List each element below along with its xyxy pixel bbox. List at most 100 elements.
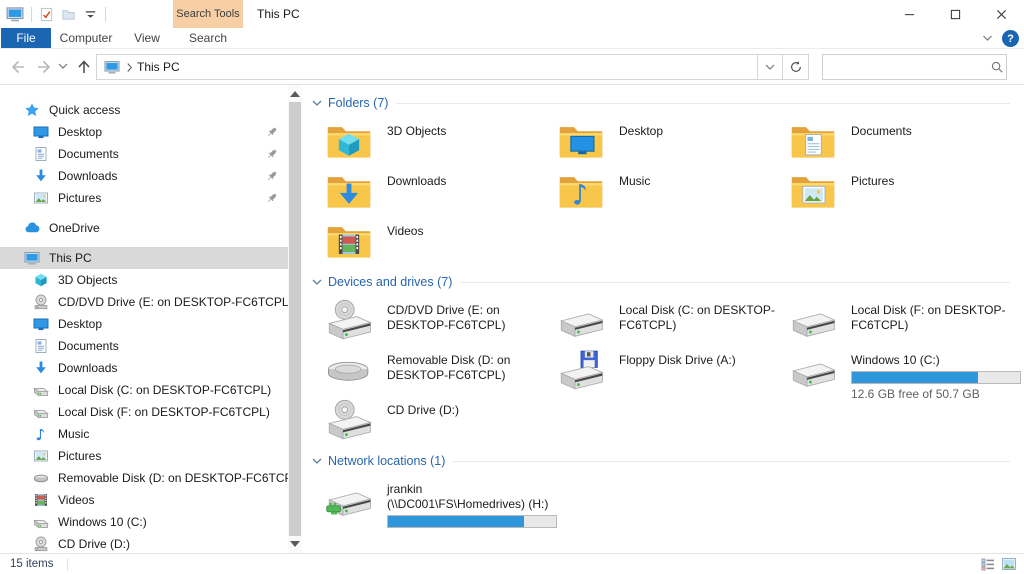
address-bar[interactable]: This PC — [96, 54, 758, 80]
sidebar-item-downloads[interactable]: Downloads — [0, 165, 288, 187]
separator — [67, 558, 68, 571]
tab-file[interactable]: File — [1, 28, 51, 48]
sidebar-item-onedrive[interactable]: OneDrive — [0, 217, 288, 239]
tile-label: Pictures — [851, 174, 894, 189]
sidebar-item-documents[interactable]: Documents — [0, 143, 288, 165]
tile-label: Windows 10 (C:) — [851, 353, 1014, 368]
scrollbar-thumb[interactable] — [289, 102, 301, 536]
tile-pictures[interactable]: Pictures — [789, 169, 1021, 219]
tile-videos[interactable]: Videos — [325, 219, 557, 269]
breadcrumb-chevron-icon[interactable] — [126, 62, 133, 73]
tile-local-disk-c-on-desktop-fc6tcpl[interactable]: Local Disk (C: on DESKTOP-FC6TCPL) — [557, 298, 789, 348]
tile-floppy-disk-drive-a[interactable]: Floppy Disk Drive (A:) — [557, 348, 789, 398]
tile-windows-10-c[interactable]: Windows 10 (C:) 12.6 GB free of 50.7 GB — [789, 348, 1021, 398]
sidebar-item-pictures[interactable]: Pictures — [0, 445, 288, 467]
tab-search[interactable]: Search — [173, 28, 243, 48]
desktop-icon — [33, 316, 49, 332]
sidebar-item-quick-access[interactable]: Quick access — [0, 99, 288, 121]
section-header-devices-and-drives-7[interactable]: Devices and drives (7) — [312, 274, 1010, 290]
star-icon — [24, 102, 40, 118]
sidebar-item-this-pc[interactable]: This PC — [0, 247, 288, 269]
folder-downloads-icon — [325, 169, 373, 213]
removable-drive-icon — [325, 348, 373, 392]
new-folder-icon[interactable] — [61, 7, 76, 22]
maximize-button[interactable] — [932, 0, 978, 28]
sidebar-item-desktop[interactable]: Desktop — [0, 121, 288, 143]
maximize-icon — [950, 9, 961, 20]
tile-local-disk-f-on-desktop-fc6tcpl[interactable]: Local Disk (F: on DESKTOP-FC6TCPL) — [789, 298, 1021, 348]
tile-cd-drive-d[interactable]: CD Drive (D:) — [325, 398, 557, 448]
tab-computer[interactable]: Computer — [51, 28, 121, 48]
tile-music[interactable]: Music — [557, 169, 789, 219]
sidebar-item-3d-objects[interactable]: 3D Objects — [0, 269, 288, 291]
close-icon — [996, 9, 1007, 20]
customize-toolbar-chevron-icon[interactable] — [83, 7, 98, 22]
sidebar-item-local-disk-f-on-desktop-fc6tcpl[interactable]: Local Disk (F: on DESKTOP-FC6TCPL) — [0, 401, 288, 423]
collapse-ribbon-chevron-icon[interactable] — [982, 35, 993, 42]
sidebar-item-videos[interactable]: Videos — [0, 489, 288, 511]
tile-label: CD/DVD Drive (E: on DESKTOP-FC6TCPL) — [387, 303, 550, 333]
breadcrumb[interactable]: This PC — [137, 60, 180, 74]
recent-locations-chevron-icon[interactable] — [58, 63, 68, 70]
section-rule — [460, 282, 1010, 283]
scroll-down-icon[interactable] — [290, 541, 300, 547]
network-drive-icon — [325, 477, 373, 521]
sidebar-item-downloads[interactable]: Downloads — [0, 357, 288, 379]
tile-removable-disk-d-on-desktop-fc6tcpl[interactable]: Removable Disk (D: on DESKTOP-FC6TCPL) — [325, 348, 557, 398]
capacity-text: 12.6 GB free of 50.7 GB — [851, 387, 1021, 401]
close-button[interactable] — [978, 0, 1024, 28]
tile-label: Documents — [851, 124, 912, 139]
tab-view[interactable]: View — [121, 28, 173, 48]
sidebar-item-documents[interactable]: Documents — [0, 335, 288, 357]
back-button[interactable] — [10, 59, 26, 75]
section-title: Folders (7) — [328, 96, 388, 110]
sidebar-item-cd-drive-d[interactable]: CD Drive (D:) — [0, 533, 288, 553]
section-collapse-chevron-icon — [312, 100, 322, 107]
scroll-up-icon[interactable] — [290, 91, 300, 97]
minimize-button[interactable] — [886, 0, 932, 28]
quick-access-toolbar — [6, 4, 106, 24]
tile-3d-objects[interactable]: 3D Objects — [325, 119, 557, 169]
section-header-network-locations-1[interactable]: Network locations (1) — [312, 453, 1010, 469]
capacity-bar-fill — [852, 372, 978, 383]
capacity-bar-fill — [388, 516, 524, 527]
items-count: 15 items — [10, 558, 53, 570]
hdd-icon — [33, 404, 49, 420]
tile-desktop[interactable]: Desktop — [557, 119, 789, 169]
tile-jrankin-dc001-fs-homedrives-h[interactable]: jrankin (\\DC001\FS\Homedrives) (H:) — [325, 477, 557, 527]
status-bar: 15 items — [0, 553, 1024, 574]
sidebar-item-music[interactable]: Music — [0, 423, 288, 445]
tile-label: Downloads — [387, 174, 446, 189]
tile-downloads[interactable]: Downloads — [325, 169, 557, 219]
sidebar-item-cd-dvd-drive-e-on-desktop-fc6tcpl[interactable]: CD/DVD Drive (E: on DESKTOP-FC6TCPL) — [0, 291, 288, 313]
tile-grid: CD/DVD Drive (E: on DESKTOP-FC6TCPL) Loc… — [325, 298, 1010, 448]
section-header-folders-7[interactable]: Folders (7) — [312, 95, 1010, 111]
sidebar-item-removable-disk-d-on-desktop-fc6tcpl[interactable]: Removable Disk (D: on DESKTOP-FC6TCPL) — [0, 467, 288, 489]
large-icons-view-button[interactable] — [1001, 556, 1017, 572]
help-button[interactable]: ? — [1002, 30, 1019, 47]
cloud-icon — [24, 220, 40, 236]
sidebar-scrollbar[interactable] — [288, 85, 302, 553]
sidebar-item-desktop[interactable]: Desktop — [0, 313, 288, 335]
tile-grid: jrankin (\\DC001\FS\Homedrives) (H:) — [325, 477, 1010, 527]
up-button[interactable] — [76, 59, 92, 75]
this-pc-icon — [104, 59, 120, 75]
search-input[interactable] — [823, 55, 990, 79]
cube-icon — [33, 272, 49, 288]
forward-button[interactable] — [36, 59, 52, 75]
pin-icon — [265, 191, 279, 205]
music-icon — [33, 426, 49, 442]
address-dropdown-button[interactable] — [757, 54, 783, 80]
properties-icon[interactable] — [39, 7, 54, 22]
refresh-icon — [789, 60, 803, 74]
window-controls — [886, 0, 1024, 28]
desktop-icon — [33, 124, 49, 140]
separator — [105, 7, 106, 22]
refresh-button[interactable] — [782, 54, 809, 80]
sidebar-item-local-disk-c-on-desktop-fc6tcpl[interactable]: Local Disk (C: on DESKTOP-FC6TCPL) — [0, 379, 288, 401]
details-view-button[interactable] — [980, 556, 996, 572]
sidebar-item-windows-10-c[interactable]: Windows 10 (C:) — [0, 511, 288, 533]
tile-documents[interactable]: Documents — [789, 119, 1021, 169]
sidebar-item-pictures[interactable]: Pictures — [0, 187, 288, 209]
tile-cd-dvd-drive-e-on-desktop-fc6tcpl[interactable]: CD/DVD Drive (E: on DESKTOP-FC6TCPL) — [325, 298, 557, 348]
